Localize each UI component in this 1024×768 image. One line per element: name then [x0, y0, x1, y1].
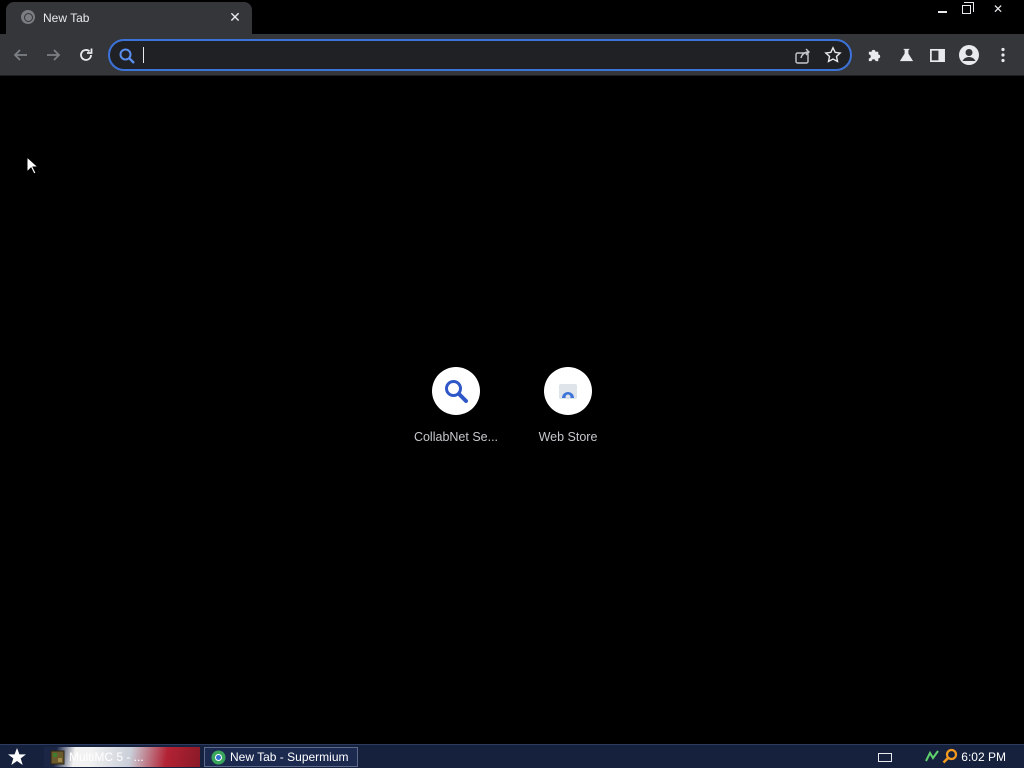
window-close-button[interactable]: ✕ — [978, 0, 1018, 18]
tab-title: New Tab — [43, 11, 90, 25]
web-store-icon — [559, 384, 577, 400]
minimize-button[interactable] — [930, 0, 954, 18]
minimize-icon — [937, 11, 947, 13]
window-controls: ✕ — [930, 0, 1024, 18]
tab-new-tab[interactable]: New Tab ✕ — [6, 2, 252, 34]
shortcut-label: Web Store — [538, 430, 598, 444]
taskbar: MultiMC 5 - ... New Tab - Supermium 6:02… — [0, 744, 1024, 768]
extensions-button[interactable] — [861, 42, 887, 68]
arrow-left-icon — [13, 49, 27, 61]
address-input[interactable] — [142, 44, 782, 66]
labs-button[interactable] — [893, 42, 919, 68]
shortcut-icon-container — [432, 367, 480, 415]
taskbar-item-label: New Tab - Supermium — [230, 750, 349, 764]
side-panel-icon — [929, 48, 945, 62]
network-icon[interactable] — [924, 749, 940, 765]
puzzle-icon — [868, 49, 880, 61]
restore-icon — [961, 1, 974, 14]
flask-icon — [899, 48, 913, 61]
forward-button[interactable] — [40, 42, 66, 68]
keyboard-icon[interactable] — [878, 753, 892, 762]
search-icon — [445, 380, 468, 403]
toolbar — [0, 34, 1024, 76]
multimc-icon — [50, 750, 65, 764]
tab-strip: New Tab ✕ ✕ — [0, 0, 1024, 34]
start-star-icon[interactable] — [6, 747, 28, 767]
profile-button[interactable] — [956, 42, 982, 68]
shortcut-collabnet[interactable]: CollabNet Se... — [400, 367, 512, 457]
new-tab-page: CollabNet Se... Web Store — [0, 77, 1024, 744]
omnibox[interactable] — [108, 39, 852, 71]
bookmark-star-icon[interactable] — [824, 46, 842, 64]
avatar-icon — [959, 45, 979, 65]
reload-button[interactable] — [73, 42, 99, 68]
taskbar-item-multimc[interactable]: MultiMC 5 - ... — [44, 747, 200, 767]
shortcut-icon-container — [544, 367, 592, 415]
shortcut-label: CollabNet Se... — [413, 430, 499, 444]
search-icon[interactable] — [942, 748, 958, 764]
taskbar-item-supermium[interactable]: New Tab - Supermium — [204, 747, 358, 767]
restore-button[interactable] — [954, 0, 978, 18]
supermium-icon — [211, 750, 226, 764]
tab-close-button[interactable]: ✕ — [226, 8, 244, 26]
taskbar-item-label: MultiMC 5 - ... — [69, 750, 144, 764]
side-panel-button[interactable] — [924, 42, 950, 68]
text-caret — [143, 47, 144, 63]
mouse-cursor-icon — [26, 156, 40, 175]
shortcut-web-store[interactable]: Web Store — [512, 367, 624, 457]
clock[interactable]: 6:02 PM — [961, 750, 1006, 764]
menu-button[interactable] — [990, 42, 1016, 68]
kebab-menu-icon — [1001, 47, 1005, 63]
share-icon[interactable] — [794, 47, 812, 65]
back-button[interactable] — [8, 42, 34, 68]
reload-icon — [80, 48, 93, 61]
arrow-right-icon — [47, 49, 61, 61]
search-icon — [119, 48, 135, 64]
globe-icon — [21, 10, 35, 24]
screen: New Tab ✕ ✕ CollabNet Se... Web Store Mu… — [0, 0, 1024, 768]
close-icon: ✕ — [992, 2, 1004, 16]
